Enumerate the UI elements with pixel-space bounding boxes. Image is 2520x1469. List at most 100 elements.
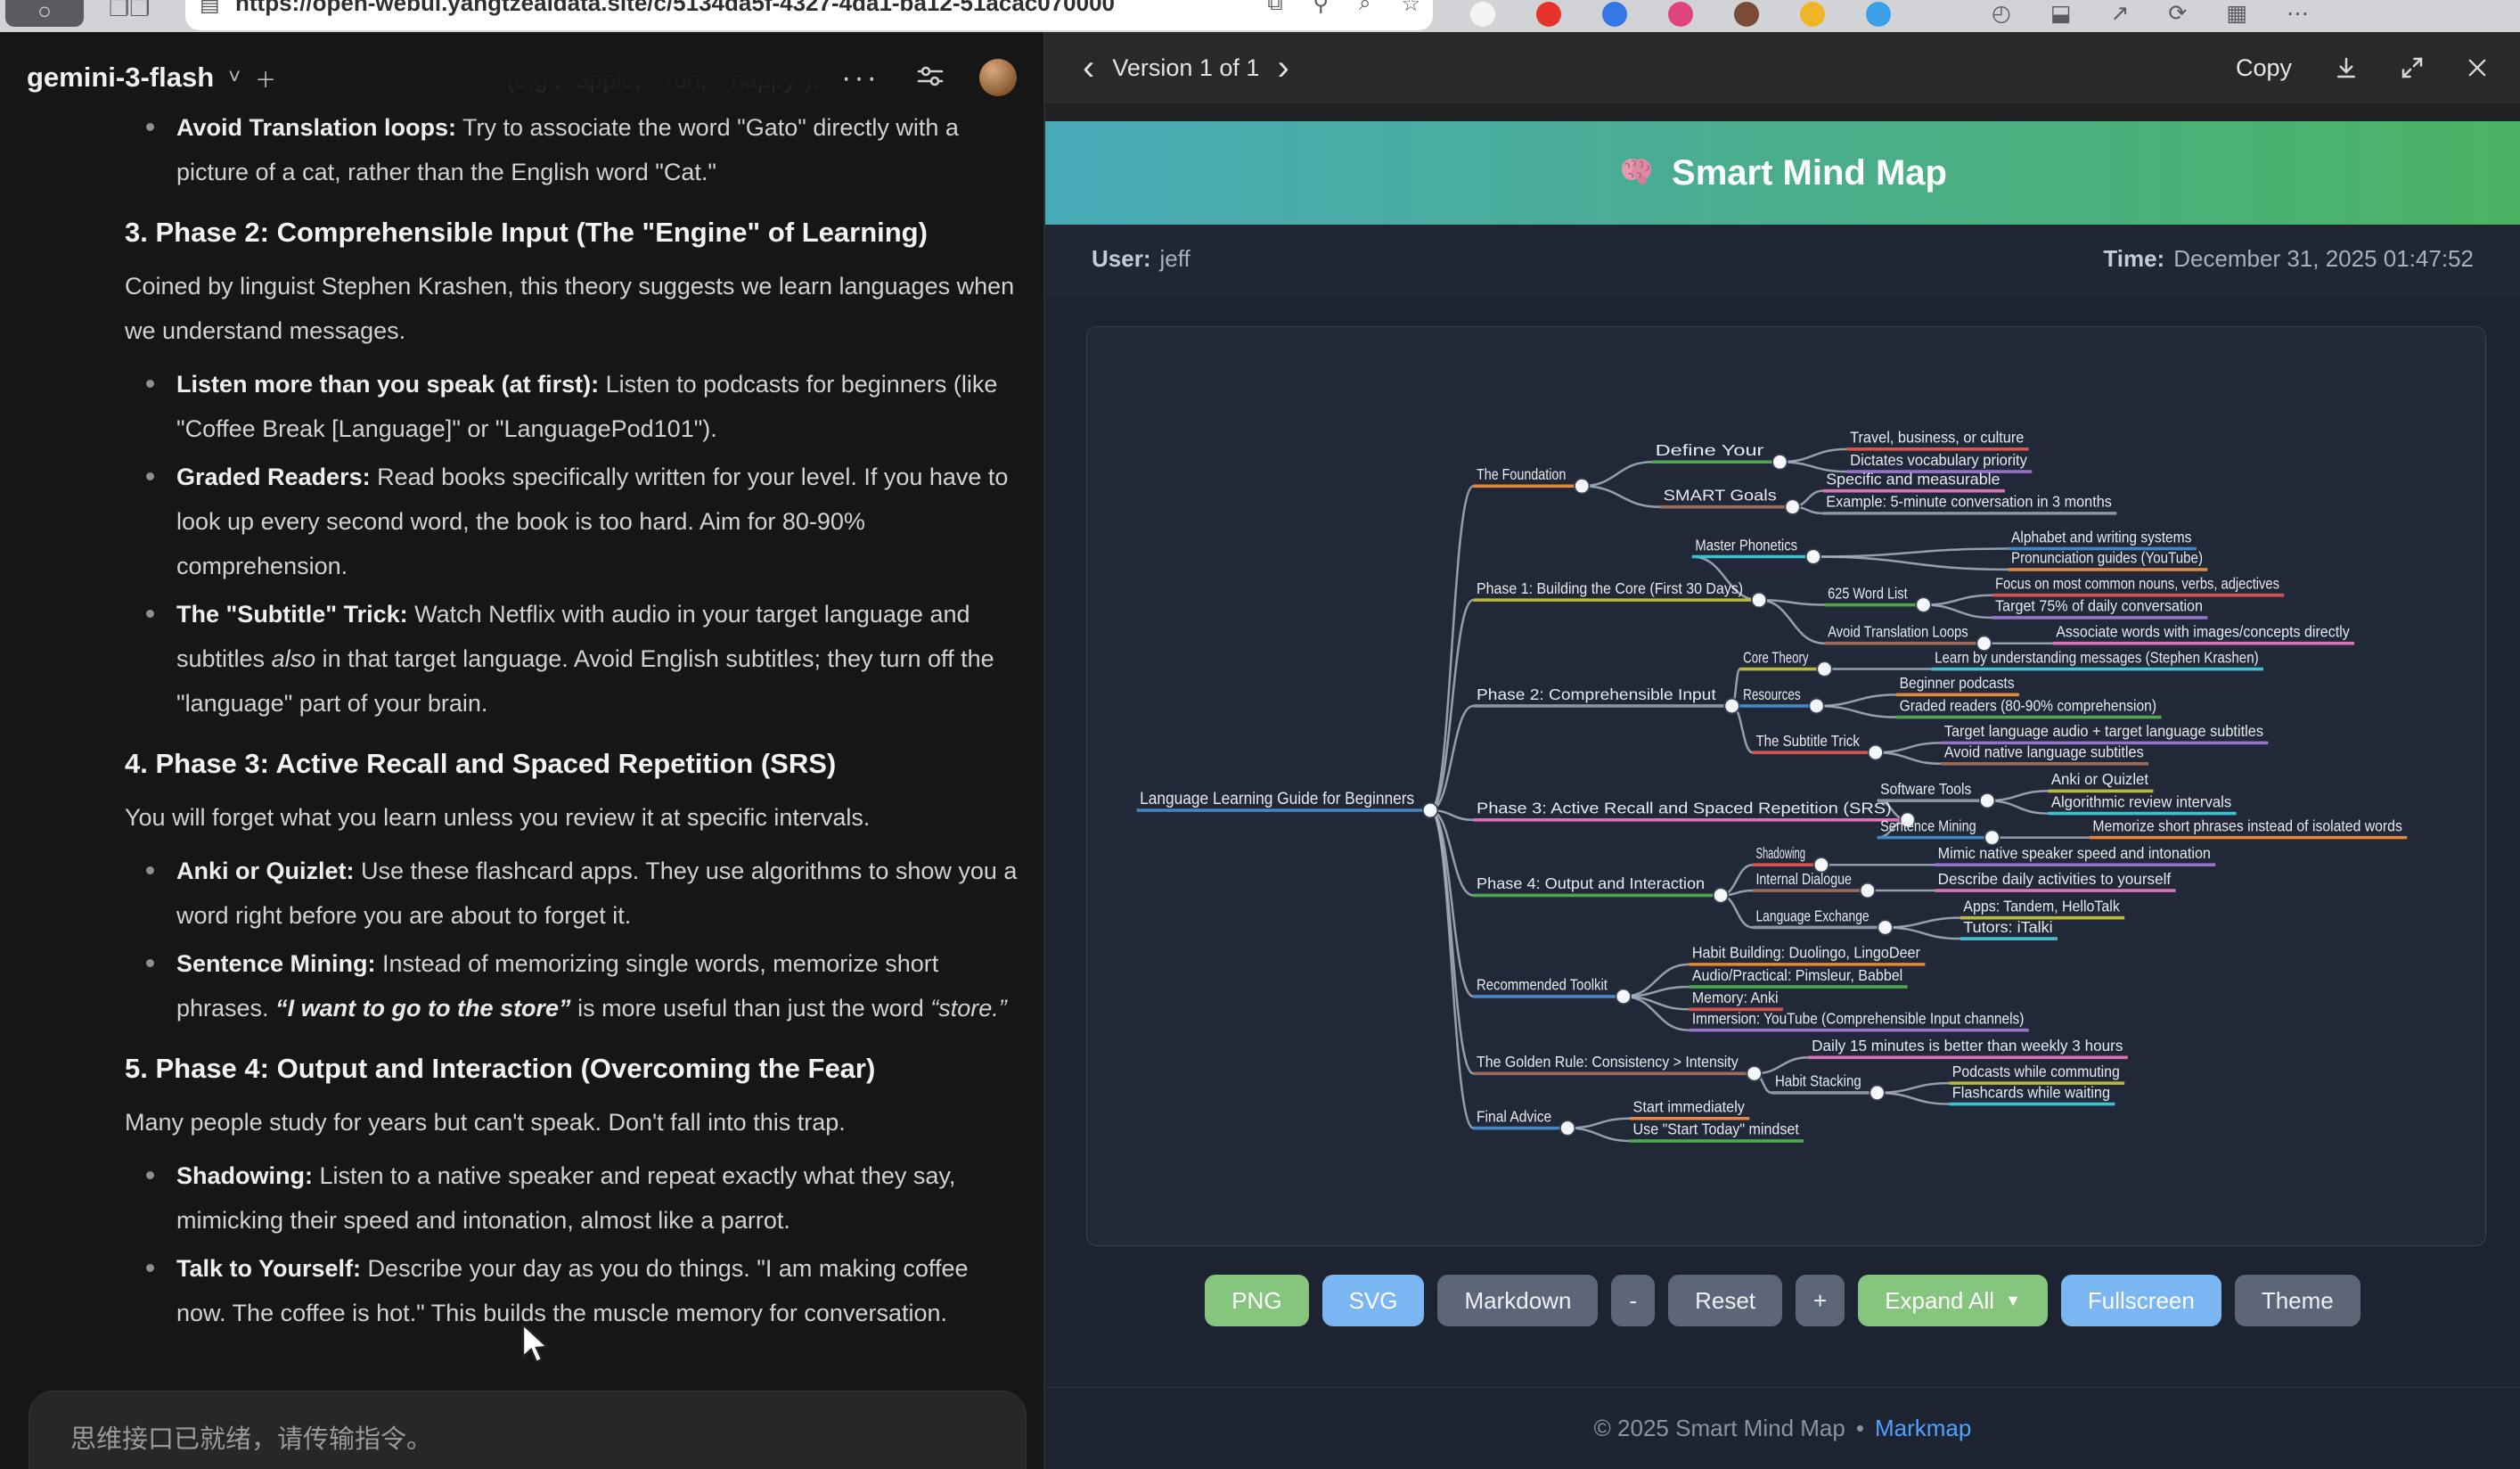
mindmap-toggle-circle[interactable]	[1869, 745, 1883, 760]
panel-icon[interactable]: ⬓	[2050, 0, 2072, 27]
extension-icons[interactable]	[1470, 2, 1891, 27]
mindmap-node-label: Tutors: iTalki	[1963, 918, 2052, 936]
mindmap-node-label: Algorithmic review intervals	[2051, 792, 2231, 810]
extension-icon[interactable]	[1734, 2, 1759, 27]
bullet-dot	[146, 380, 154, 388]
chevron-down-icon[interactable]: ˅	[228, 65, 241, 90]
mindmap-edge	[1813, 548, 2009, 556]
next-version-button[interactable]: ›	[1264, 50, 1301, 86]
mindmap-node-label: Language Exchange	[1755, 907, 1869, 924]
mindmap-toggle-circle[interactable]	[1575, 479, 1589, 494]
mindmap-node-label: SMART Goals	[1664, 486, 1777, 504]
refresh-icon[interactable]: ⟳	[2168, 0, 2187, 27]
mindmap-toggle-circle[interactable]	[1817, 661, 1831, 677]
mindmap-canvas[interactable]: Language Learning Guide for BeginnersThe…	[1086, 326, 2486, 1246]
expand-icon[interactable]	[2399, 54, 2426, 81]
mindmap-node-label: Habit Stacking	[1775, 1072, 1861, 1090]
history-icon[interactable]: ◴	[1992, 0, 2011, 27]
theme-button[interactable]: Theme	[2235, 1275, 2360, 1326]
extension-icon[interactable]	[1536, 2, 1561, 27]
markdown-button[interactable]: Markdown	[1437, 1275, 1598, 1326]
mindmap-edge	[1582, 462, 1652, 486]
markmap-link[interactable]: Markmap	[1875, 1415, 1971, 1442]
text-segment: 3. Phase 2: Comprehensible Input (The "E…	[125, 217, 928, 248]
bookmark-icon[interactable]: ☆	[1401, 0, 1420, 17]
bullet-dot	[146, 959, 154, 967]
mindmap-node-label: Avoid native language subtitles	[1944, 743, 2144, 761]
mindmap-toggle-circle[interactable]	[1423, 803, 1437, 818]
mindmap-edge	[1876, 743, 1941, 752]
chat-input[interactable]: 思维接口已就绪，请传输指令。	[29, 1391, 1027, 1469]
mindmap-toggle-circle[interactable]	[1747, 1066, 1761, 1081]
controls-sliders-icon[interactable]	[915, 61, 945, 95]
text-segment: Listen more than you speak (at first):	[176, 371, 599, 398]
mindmap-toggle-circle[interactable]	[1809, 699, 1823, 714]
chat-message-area[interactable]: (e.g., "apple," "run," "happy"). Avoid T…	[125, 57, 1020, 1448]
extension-icon[interactable]	[1668, 2, 1693, 27]
--button[interactable]: +	[1796, 1275, 1845, 1326]
mindmap-toggle-circle[interactable]	[1916, 597, 1930, 612]
bullet-item: Shadowing: Listen to a native speaker an…	[125, 1153, 1020, 1243]
avatar[interactable]	[979, 59, 1017, 96]
mindmap-toggle-circle[interactable]	[1984, 830, 1999, 845]
url-text[interactable]: https://open-webui.yangtzeaidata.site/c/…	[235, 0, 1115, 17]
new-chat-icon[interactable]: ＋	[255, 62, 276, 94]
mindmap-toggle-circle[interactable]	[1714, 888, 1728, 903]
extension-icon[interactable]	[1602, 2, 1627, 27]
extension-icon[interactable]	[1866, 2, 1891, 27]
download-icon[interactable]	[2333, 54, 2360, 81]
bullet-item: Graded Readers: Read books specifically …	[125, 455, 1020, 588]
mindmap-node-label: Pronunciation guides (YouTube)	[2011, 549, 2203, 567]
mindmap-toggle-circle[interactable]	[1806, 549, 1820, 564]
mindmap-toggle-circle[interactable]	[1980, 793, 1994, 808]
extension-icon[interactable]	[1470, 2, 1495, 27]
browser-back-button[interactable]: ○	[5, 0, 84, 27]
split-view-icon[interactable]: ⧉	[1267, 0, 1282, 17]
bullet-dot	[146, 866, 154, 874]
mindmap-node-label: Resources	[1743, 685, 1800, 703]
text-segment: is more useful than just the word	[571, 995, 931, 1022]
mindmap-toggle-circle[interactable]	[1752, 593, 1766, 608]
search-icon[interactable]: ⌕	[1359, 0, 1370, 17]
brain-icon	[1618, 154, 1656, 193]
mindmap-node-label: Memorize short phrases instead of isolat…	[2092, 817, 2401, 834]
mindmap-node-label: Final Advice	[1477, 1107, 1551, 1125]
browser-toolbar-icons[interactable]: ◴ ⬓ ↗ ⟳ ▦ ⋯	[1992, 0, 2309, 27]
apps-grid-icon[interactable]: ▦	[2226, 0, 2247, 27]
tab-overview-icon[interactable]: ❐❐	[109, 0, 151, 22]
expand-all-button[interactable]: Expand All▼	[1858, 1275, 2048, 1326]
--button[interactable]: -	[1611, 1275, 1655, 1326]
mindmap-node-label: Mimic native speaker speed and intonatio…	[1938, 844, 2211, 862]
model-selector[interactable]: gemini-3-flash	[27, 62, 214, 94]
share-icon[interactable]: ↗	[2110, 0, 2129, 27]
extension-icon[interactable]	[1800, 2, 1825, 27]
more-icon[interactable]: ⋯	[2287, 0, 2309, 27]
mindmap-toggle-circle[interactable]	[1724, 699, 1739, 714]
mindmap-toggle-circle[interactable]	[1560, 1120, 1575, 1136]
mindmap-node-label: Master Phonetics	[1695, 536, 1797, 554]
more-options-icon[interactable]: ···	[841, 61, 880, 95]
copy-button[interactable]: Copy	[2236, 54, 2292, 82]
mindmap-toggle-circle[interactable]	[1772, 455, 1787, 470]
mindmap-toggle-circle[interactable]	[1616, 989, 1631, 1005]
svg-button[interactable]: SVG	[1322, 1275, 1425, 1326]
mindmap-node-label: Define Your	[1656, 441, 1764, 459]
link-icon[interactable]: ⚲	[1313, 0, 1329, 17]
mindmap-edge	[1878, 1083, 1950, 1093]
mindmap-toggle-circle[interactable]	[1861, 883, 1875, 899]
address-bar[interactable]: ▤ https://open-webui.yangtzeaidata.site/…	[185, 0, 1433, 30]
reset-button[interactable]: Reset	[1668, 1275, 1782, 1326]
mindmap-toggle-circle[interactable]	[1785, 499, 1799, 514]
page-info-icon[interactable]: ▤	[200, 0, 220, 17]
text-segment: Coined by linguist Stephen Krashen, this…	[125, 273, 1014, 344]
previous-version-button[interactable]: ‹	[1070, 50, 1107, 86]
mindmap-toggle-circle[interactable]	[1878, 920, 1892, 935]
artifact-panel: ‹ Version 1 of 1 › Copy	[1045, 32, 2520, 1469]
png-button[interactable]: PNG	[1205, 1275, 1308, 1326]
mindmap-node-label: The Subtitle Trick	[1755, 732, 1859, 750]
fullscreen-button[interactable]: Fullscreen	[2061, 1275, 2221, 1326]
mindmap-toggle-circle[interactable]	[1870, 1086, 1884, 1101]
mindmap-toolbar: PNG SVGMarkdown-Reset + Expand All▼ Fullscre…	[1045, 1246, 2520, 1355]
bullet-dot	[146, 610, 154, 618]
close-icon[interactable]	[2465, 55, 2490, 80]
